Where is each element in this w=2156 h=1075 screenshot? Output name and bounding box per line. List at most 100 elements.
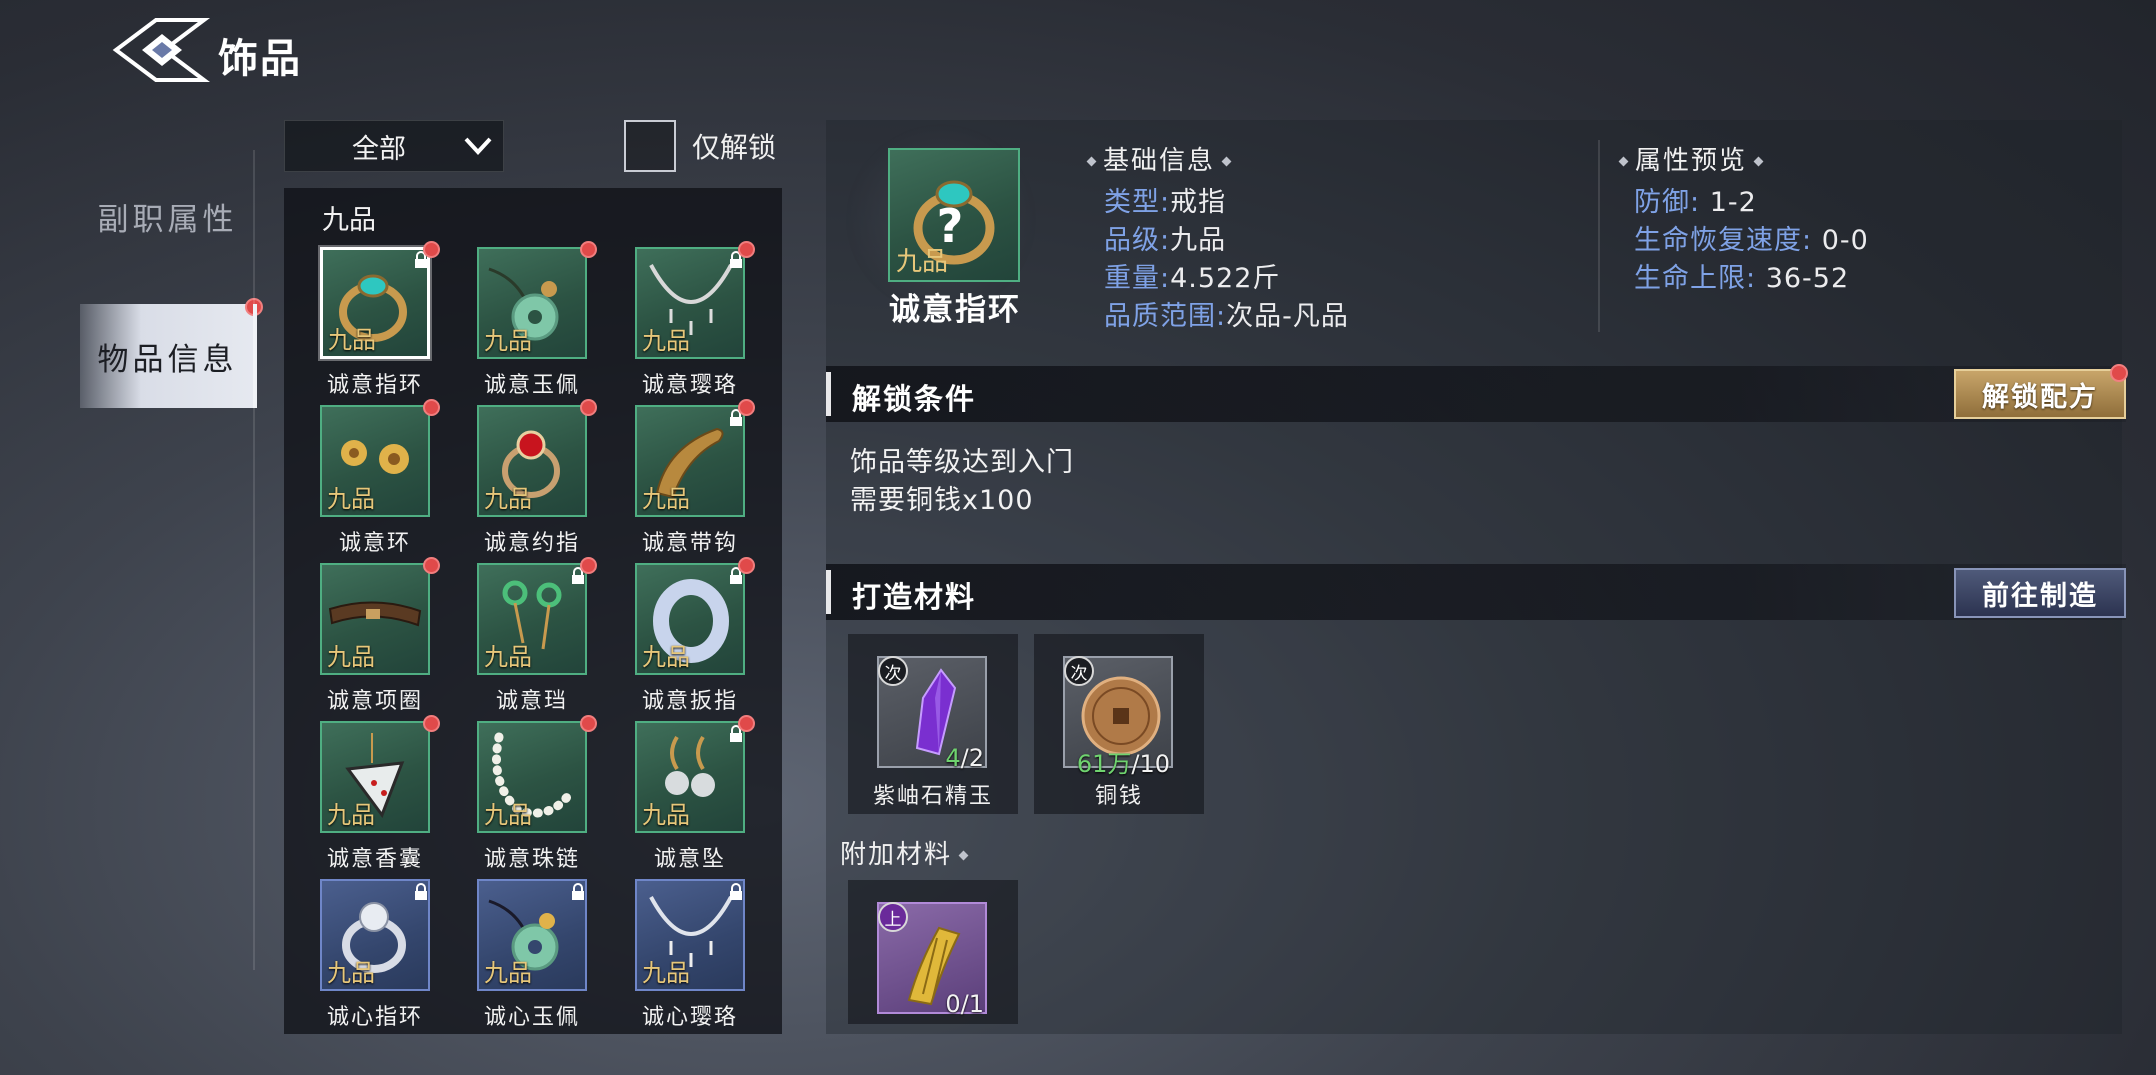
grade-label: 九品 [484,485,532,513]
notification-dot [580,399,597,416]
grid-item[interactable]: 九品 诚意珰 [462,557,612,723]
grade-label: 九品 [484,801,532,829]
unlock-recipe-button[interactable]: 解锁配方 [1954,369,2126,419]
unlocked-only-checkbox[interactable] [624,120,676,172]
unlock-condition: 饰品等级达到入门 [850,447,1074,478]
grid-item[interactable]: 九品 诚心璎珞 [620,879,770,1039]
grid-item[interactable]: 九品 诚心指环 [305,879,455,1039]
grid-item[interactable]: 九品 诚意香囊 [305,715,455,881]
dropdown-value: 全部 [352,133,406,165]
quality-badge: 次 [1064,656,1094,686]
grid-item[interactable]: 九品 诚心玉佩 [462,879,612,1039]
material-card[interactable]: 次 61万/10 铜钱 [1034,634,1204,814]
selected-item-icon: ? 九品 [888,148,1020,282]
unlock-conditions-title: 解锁条件 [852,382,977,416]
attr-regen: 生命恢复速度: 0-0 [1634,225,1869,256]
back-arrow-icon [112,18,210,82]
grade-label: 九品 [642,959,690,987]
item-name: 诚心玉佩 [483,1005,580,1030]
notification-dot [580,715,597,732]
diamond-icon [1618,156,1629,167]
item-name: 诚意指环 [326,373,423,398]
grade-label: 九品 [327,643,375,671]
grade-label: 九品 [642,485,690,513]
unlocked-only-label: 仅解锁 [692,131,777,164]
item-name: 诚意项圈 [326,689,423,714]
grid-item[interactable]: 九品 诚意指环 [305,241,455,407]
grid-item[interactable]: 九品 诚意带钩 [620,399,770,565]
grid-item[interactable]: 九品 诚意坠 [620,715,770,881]
material-count: 0/1 [945,990,984,1018]
material-card[interactable]: 次 4/2 紫岫石精玉 [848,634,1018,814]
item-name: 诚意玉佩 [483,373,580,398]
tab-item-info[interactable]: 物品信息 [80,298,263,408]
material-name: 铜钱 [1094,784,1143,809]
materials-bar: 打造材料 [826,564,2126,620]
back-button[interactable] [112,14,212,86]
grade-label: 九品 [484,327,532,355]
go-craft-button[interactable]: 前往制造 [1954,568,2126,618]
item-name: 诚意扳指 [641,689,738,714]
section-accent [826,372,831,416]
info-type: 类型:戒指 [1104,187,1227,218]
info-grade: 品级:九品 [1104,225,1227,256]
notification-dot [580,557,597,574]
notification-dot [738,241,755,258]
tab-secondary-attributes[interactable]: 副职属性 [80,164,255,268]
notification-dot [580,241,597,258]
grid-item[interactable]: 九品 诚意约指 [462,399,612,565]
attr-preview-heading: 属性预览 [1612,140,1770,177]
material-count: 4/2 [945,744,984,772]
info-divider [1598,140,1600,332]
diamond-icon [958,850,969,861]
grid-item[interactable]: 九品 诚意环 [305,399,455,565]
material-name: 紫岫石精玉 [872,784,993,809]
grade-label: 九品 [642,801,690,829]
grade-heading: 九品 [322,205,376,236]
item-name: 诚意璎珞 [641,373,738,398]
extra-materials-heading: 附加材料 [840,834,975,871]
item-name: 诚意坠 [653,847,726,872]
item-name: 诚意珠链 [483,847,580,872]
quality-badge: 次 [878,656,908,686]
grid-item[interactable]: 九品 诚意玉佩 [462,241,612,407]
item-name: 诚意珰 [495,689,568,714]
grade-filter-dropdown[interactable]: 全部 [284,120,504,172]
side-divider [253,150,255,970]
grid-item[interactable]: 九品 诚意项圈 [305,557,455,723]
item-name: 诚意香囊 [326,847,423,872]
grid-item[interactable]: 九品 诚意扳指 [620,557,770,723]
info-quality-range: 品质范围:次品-凡品 [1104,301,1349,332]
notification-dot [738,557,755,574]
section-accent [826,570,831,614]
page-title: 饰品 [218,36,302,82]
grid-item[interactable]: 九品 诚意珠链 [462,715,612,881]
grade-label: 九品 [327,801,375,829]
notification-dot [2110,364,2128,382]
chevron-down-icon [453,120,503,172]
notification-dot [738,399,755,416]
grid-item[interactable]: 九品 诚意璎珞 [620,241,770,407]
materials-title: 打造材料 [852,580,977,614]
lock-icon [730,883,742,900]
notification-dot [423,399,440,416]
selected-item-name: 诚意指环 [889,292,1021,328]
grade-label: 九品 [642,643,690,671]
grade-label: 九品 [642,327,690,355]
notification-dot [423,241,440,258]
diamond-icon [1753,156,1764,167]
extra-material-card[interactable]: 上 0/1 [848,880,1018,1024]
unlock-conditions-bar: 解锁条件 [826,366,2126,422]
notification-dot [423,557,440,574]
grade-label: 九品 [484,643,532,671]
quality-badge: 上 [878,902,908,932]
item-name: 诚心璎珞 [641,1005,738,1030]
grade-label: 九品 [484,959,532,987]
attr-max-hp: 生命上限: 36-52 [1634,263,1850,294]
unlock-condition: 需要铜钱x100 [850,485,1034,516]
item-name: 诚心指环 [326,1005,423,1030]
notification-dot [738,715,755,732]
attr-defense: 防御: 1-2 [1634,187,1757,218]
lock-icon [415,883,427,900]
item-name: 诚意约指 [483,531,580,556]
